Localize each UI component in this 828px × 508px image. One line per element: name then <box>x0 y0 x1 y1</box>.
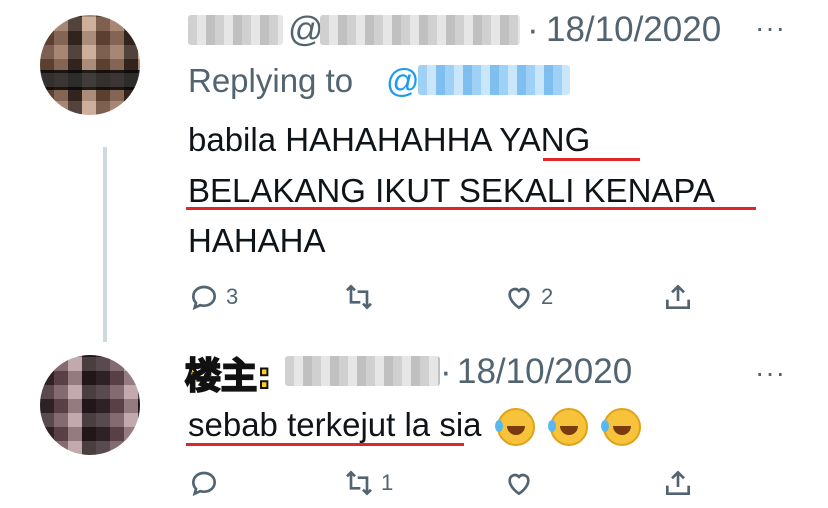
dot-separator: · <box>527 10 539 49</box>
like-button[interactable]: 2 <box>503 281 553 313</box>
tweet-date[interactable]: 18/10/2020 <box>457 352 632 392</box>
thread-line <box>103 147 107 342</box>
rofl-emoji <box>547 408 588 447</box>
retweet-icon <box>346 284 372 310</box>
avatar[interactable] <box>40 355 140 455</box>
retweet-button[interactable] <box>343 281 381 313</box>
share-button[interactable] <box>662 467 694 499</box>
dot-separator: · <box>440 352 452 391</box>
replying-to-label: Replying to <box>188 62 354 99</box>
reply-icon <box>191 471 217 497</box>
reply-button[interactable]: 3 <box>188 281 238 313</box>
tweet-text-line: BELAKANG IKUT SEKALI KENAPA <box>188 172 715 209</box>
more-icon[interactable]: ··· <box>755 357 786 389</box>
like-count: 2 <box>541 284 554 309</box>
rofl-emoji <box>601 408 642 447</box>
reply-button[interactable] <box>188 467 226 499</box>
handle-at[interactable]: @ <box>288 10 324 50</box>
share-icon <box>666 470 690 495</box>
tweet-text-line: HAHAHA <box>188 222 326 259</box>
display-name-redacted[interactable] <box>188 15 283 45</box>
tweet-text-content: sebab terkejut la sia <box>188 406 482 443</box>
highlight-underline <box>186 443 464 446</box>
retweet-icon <box>346 470 372 496</box>
more-icon[interactable]: ··· <box>755 12 786 44</box>
share-icon <box>666 284 690 309</box>
avatar[interactable] <box>40 15 140 115</box>
highlight-underline <box>543 158 640 161</box>
reply-icon <box>191 285 217 311</box>
like-icon <box>508 287 530 310</box>
tweet-text-line: babila HAHAHAHHA YANG <box>188 121 591 158</box>
like-button[interactable] <box>503 467 541 499</box>
display-name-redacted[interactable] <box>285 356 440 386</box>
replying-at[interactable]: @ <box>386 62 420 100</box>
op-badge: 楼主: <box>184 355 272 398</box>
reply-count: 3 <box>226 284 239 309</box>
rofl-emoji <box>494 408 535 447</box>
share-button[interactable] <box>662 281 694 313</box>
retweet-button[interactable]: 1 <box>343 467 393 499</box>
handle-redacted[interactable] <box>320 15 520 45</box>
retweet-count: 1 <box>381 470 394 495</box>
highlight-underline <box>186 207 756 210</box>
tweet-text: sebab terkejut la sia <box>188 406 642 447</box>
like-icon <box>508 473 530 496</box>
replying-handle-redacted[interactable] <box>418 65 570 95</box>
tweet-date[interactable]: 18/10/2020 <box>546 10 721 50</box>
